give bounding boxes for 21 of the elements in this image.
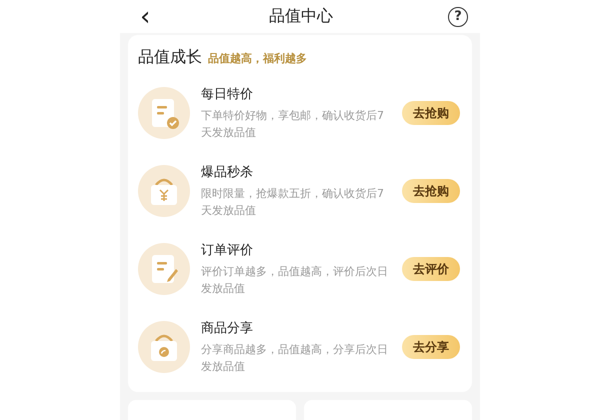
help-button[interactable]: ? (448, 6, 468, 26)
back-button[interactable]: ‹ (136, 4, 154, 30)
task-description: 限时限量，抢爆款五折，确认收货后7天发放品值 (201, 186, 385, 219)
task-description: 评价订单越多，品值越高，评价后次日发放品值 (201, 264, 389, 297)
task-description: 分享商品越多，品值越高，分享后次日发放品值 (201, 342, 389, 375)
document-pencil-icon (138, 243, 190, 295)
task-button[interactable]: 去抢购 (402, 179, 460, 203)
bag-icon (138, 165, 190, 217)
section-title: 品值成长 (138, 47, 202, 68)
task-title: 商品分享 (201, 320, 254, 337)
task-button[interactable]: 去评价 (402, 257, 460, 281)
section-subtitle: 品值越高，福利越多 (208, 51, 307, 66)
task-button[interactable]: 去分享 (402, 335, 460, 359)
task-description: 下单特价好物，享包邮，确认收货后7天发放品值 (201, 108, 385, 141)
task-title: 订单评价 (201, 242, 254, 259)
task-title: 爆品秒杀 (201, 164, 254, 181)
document-check-icon (138, 87, 190, 139)
task-title: 每日特价 (201, 86, 254, 103)
bag-icon (138, 321, 190, 373)
task-button[interactable]: 去抢购 (402, 101, 460, 125)
page-title: 品值中心 (269, 6, 334, 27)
